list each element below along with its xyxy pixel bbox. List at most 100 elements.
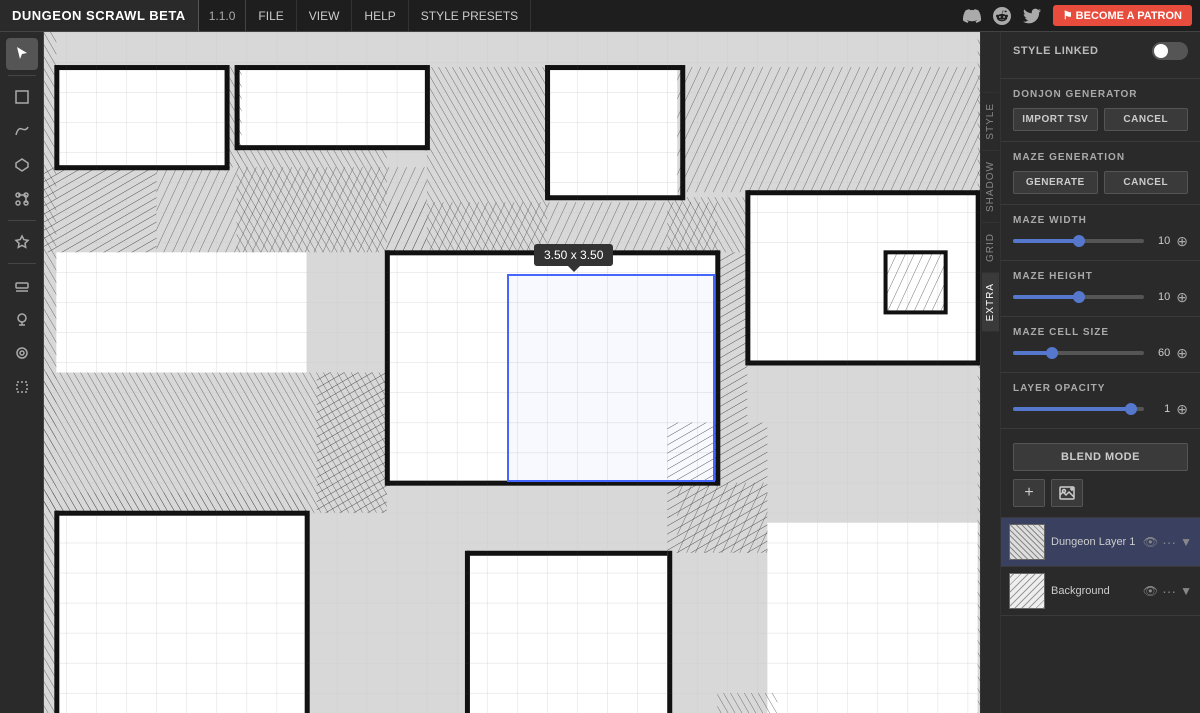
- tool-crop[interactable]: [6, 371, 38, 403]
- tool-erase[interactable]: [6, 269, 38, 301]
- tool-freehand[interactable]: [6, 115, 38, 147]
- tool-star[interactable]: [6, 226, 38, 258]
- maze-cell-size-section: MAZE CELL SIZE 60 ⊕: [1001, 317, 1200, 373]
- layer-opacity-value: 1: [1150, 403, 1170, 415]
- maze-cell-size-thumb[interactable]: [1046, 347, 1058, 359]
- layer-controls-1: 👁 ··· ▼: [1143, 534, 1192, 550]
- blend-mode-section: BLEND MODE +: [1001, 429, 1200, 518]
- social-icons-group: [951, 5, 1053, 27]
- discord-icon[interactable]: [961, 5, 983, 27]
- nav-file[interactable]: FILE: [246, 0, 296, 31]
- nav-style-presets[interactable]: STYLE PRESETS: [409, 0, 531, 31]
- blend-mode-button[interactable]: BLEND MODE: [1013, 443, 1188, 471]
- layer-thumb-pattern-1: [1010, 525, 1044, 559]
- navbar: DUNGEON SCRAWL BETA 1.1.0 FILE VIEW HELP…: [0, 0, 1200, 32]
- dungeon-map: [44, 32, 980, 713]
- tool-select[interactable]: [6, 38, 38, 70]
- layer-opacity-slider-row: 1 ⊕: [1013, 402, 1188, 416]
- tool-separator-3: [8, 263, 36, 264]
- layer-name-background: Background: [1051, 585, 1137, 597]
- maze-height-value: 10: [1150, 291, 1170, 303]
- nav-help[interactable]: HELP: [352, 0, 408, 31]
- layer-opacity-label: LAYER OPACITY: [1013, 383, 1188, 394]
- layer-thumb-dungeon-1: [1009, 524, 1045, 560]
- style-linked-section: STYLE LINKED: [1001, 32, 1200, 79]
- right-panel: STYLE SHADOW GRID EXTRA STYLE LINKED DON…: [980, 32, 1200, 713]
- style-linked-label: STYLE LINKED: [1013, 45, 1098, 57]
- tab-shadow[interactable]: SHADOW: [982, 150, 999, 222]
- tool-circle[interactable]: [6, 337, 38, 369]
- layer-actions-row: +: [1013, 479, 1188, 507]
- app-version[interactable]: 1.1.0: [199, 0, 247, 31]
- maze-width-slider-row: 10 ⊕: [1013, 234, 1188, 248]
- side-tabs: STYLE SHADOW GRID EXTRA: [980, 32, 1000, 713]
- app-brand: DUNGEON SCRAWL BETA: [0, 0, 199, 31]
- tab-grid[interactable]: GRID: [982, 222, 999, 272]
- layer-item-background[interactable]: Background 👁 ··· ▼: [1001, 567, 1200, 616]
- generate-button[interactable]: GENERATE: [1013, 171, 1098, 194]
- tool-stamp[interactable]: [6, 303, 38, 335]
- patron-button[interactable]: ⚑ BECOME A PATRON: [1053, 5, 1192, 26]
- twitter-icon[interactable]: [1021, 5, 1043, 27]
- tab-style[interactable]: STYLE: [982, 92, 999, 150]
- layer-expand-bg[interactable]: ▼: [1180, 584, 1192, 598]
- tool-polygon[interactable]: [6, 149, 38, 181]
- layer-eye-1[interactable]: 👁: [1143, 535, 1158, 549]
- maze-title: MAZE GENERATION: [1013, 152, 1188, 163]
- left-toolbar: [0, 32, 44, 713]
- donjon-cancel-button[interactable]: CANCEL: [1104, 108, 1189, 131]
- layer-more-bg[interactable]: ···: [1162, 583, 1176, 599]
- tool-separator-1: [8, 75, 36, 76]
- maze-cell-size-value: 60: [1150, 347, 1170, 359]
- maze-section: MAZE GENERATION GENERATE CANCEL: [1001, 142, 1200, 205]
- layer-opacity-slider[interactable]: [1013, 407, 1144, 411]
- maze-height-section: MAZE HEIGHT 10 ⊕: [1001, 261, 1200, 317]
- style-linked-toggle[interactable]: [1152, 42, 1188, 60]
- layer-item-dungeon-1[interactable]: Dungeon Layer 1 👁 ··· ▼: [1001, 518, 1200, 567]
- tool-room[interactable]: [6, 81, 38, 113]
- layer-eye-bg[interactable]: 👁: [1143, 584, 1158, 598]
- import-tsv-button[interactable]: IMPORT TSV: [1013, 108, 1098, 131]
- canvas-area[interactable]: 3.50 x 3.50: [44, 32, 980, 713]
- maze-height-fill: [1013, 295, 1079, 299]
- donjon-title: DONJON GENERATOR: [1013, 89, 1188, 100]
- maze-width-fill: [1013, 239, 1079, 243]
- nav-view[interactable]: VIEW: [297, 0, 353, 31]
- layer-expand-1[interactable]: ▼: [1180, 535, 1192, 549]
- layer-list: Dungeon Layer 1 👁 ··· ▼ Background 👁: [1001, 518, 1200, 713]
- layer-name-dungeon-1: Dungeon Layer 1: [1051, 536, 1137, 548]
- maze-cell-size-increment[interactable]: ⊕: [1176, 346, 1188, 360]
- maze-width-label: MAZE WIDTH: [1013, 215, 1188, 226]
- layer-opacity-section: LAYER OPACITY 1 ⊕: [1001, 373, 1200, 429]
- maze-height-thumb[interactable]: [1073, 291, 1085, 303]
- layer-opacity-fill: [1013, 407, 1131, 411]
- maze-height-slider-row: 10 ⊕: [1013, 290, 1188, 304]
- maze-height-slider[interactable]: [1013, 295, 1144, 299]
- add-layer-button[interactable]: +: [1013, 479, 1045, 507]
- layer-opacity-thumb[interactable]: [1125, 403, 1137, 415]
- maze-height-increment[interactable]: ⊕: [1176, 290, 1188, 304]
- maze-cell-size-label: MAZE CELL SIZE: [1013, 327, 1188, 338]
- maze-width-value: 10: [1150, 235, 1170, 247]
- layer-thumb-background: [1009, 573, 1045, 609]
- main-area: 3.50 x 3.50 STYLE SHADOW GRID EXTRA STYL…: [0, 32, 1200, 713]
- maze-width-thumb[interactable]: [1073, 235, 1085, 247]
- maze-cell-size-slider[interactable]: [1013, 351, 1144, 355]
- maze-height-label: MAZE HEIGHT: [1013, 271, 1188, 282]
- layer-more-1[interactable]: ···: [1162, 534, 1176, 550]
- layer-controls-bg: 👁 ··· ▼: [1143, 583, 1192, 599]
- maze-cancel-button[interactable]: CANCEL: [1104, 171, 1189, 194]
- maze-btn-row: GENERATE CANCEL: [1013, 171, 1188, 194]
- tool-node[interactable]: [6, 183, 38, 215]
- layer-thumb-pattern-bg: [1010, 574, 1044, 608]
- add-image-layer-button[interactable]: [1051, 479, 1083, 507]
- maze-width-increment[interactable]: ⊕: [1176, 234, 1188, 248]
- toggle-knob: [1154, 44, 1168, 58]
- maze-width-slider[interactable]: [1013, 239, 1144, 243]
- layer-opacity-increment[interactable]: ⊕: [1176, 402, 1188, 416]
- tab-extra[interactable]: EXTRA: [982, 272, 999, 331]
- settings-panel: STYLE LINKED DONJON GENERATOR IMPORT TSV…: [1000, 32, 1200, 713]
- maze-cell-size-slider-row: 60 ⊕: [1013, 346, 1188, 360]
- donjon-section: DONJON GENERATOR IMPORT TSV CANCEL: [1001, 79, 1200, 142]
- reddit-icon[interactable]: [991, 5, 1013, 27]
